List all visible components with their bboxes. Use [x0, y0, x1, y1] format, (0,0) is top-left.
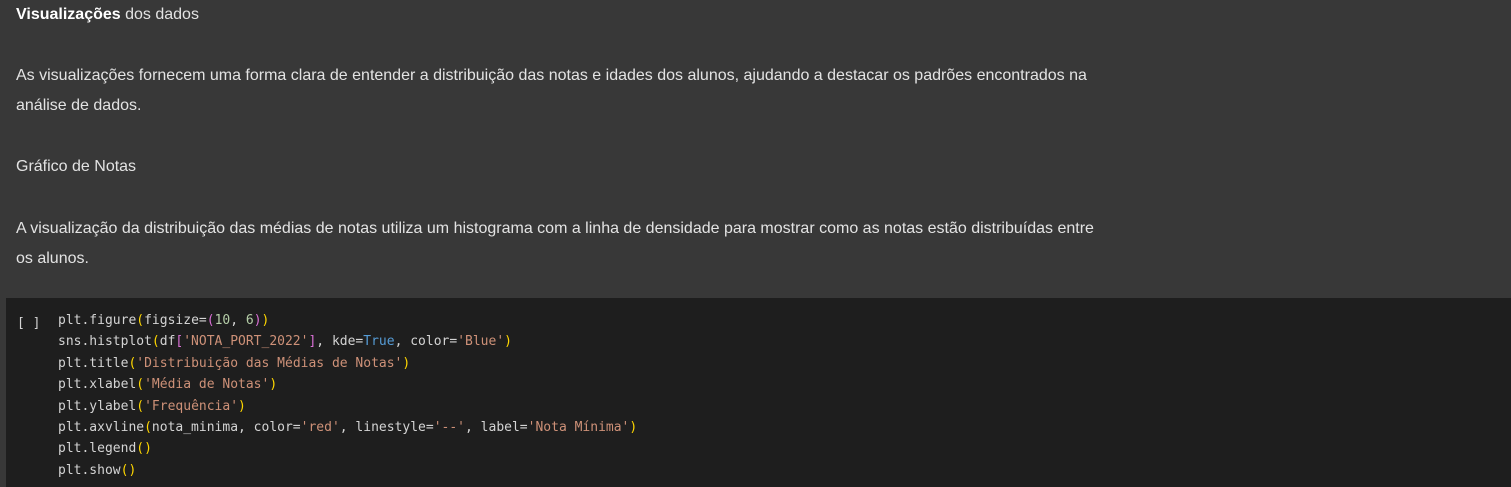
code-line: plt.figure(figsize=(10, 6))	[58, 310, 637, 331]
subsection-title: Gráfico de Notas	[16, 158, 137, 175]
code-token: ()	[136, 441, 152, 457]
code-line: plt.title('Distribuição das Médias de No…	[58, 353, 637, 374]
code-token: ,	[230, 313, 246, 328]
code-line: plt.xlabel('Média de Notas')	[58, 374, 637, 395]
section-heading: Visualizações dos dados	[16, 4, 199, 26]
code-token: (	[136, 398, 145, 414]
code-token: 'Frequência'	[144, 398, 239, 414]
code-token: plt.title	[58, 355, 129, 371]
code-token: 'red'	[300, 419, 340, 435]
code-line: plt.axvline(nota_minima, color='red', li…	[58, 417, 637, 438]
run-cell-button[interactable]: [ ]	[17, 313, 40, 334]
code-token: (	[136, 377, 145, 393]
code-token: )	[253, 313, 262, 328]
code-line: sns.histplot(df['NOTA_PORT_2022'], kde=T…	[58, 331, 637, 352]
code-token: 'NOTA_PORT_2022'	[183, 334, 309, 350]
code-token: plt.ylabel	[58, 398, 137, 414]
code-token: 'Distribuição das Médias de Notas'	[136, 355, 403, 371]
code-token: plt.axvline	[58, 419, 145, 435]
code-token: 'Média de Notas'	[144, 377, 270, 393]
code-token: )	[402, 355, 411, 371]
code-token: '--'	[433, 419, 466, 435]
code-line: plt.show()	[58, 460, 637, 481]
code-token: 'Nota Mínima'	[527, 419, 630, 435]
code-token: )	[261, 313, 270, 328]
code-token: 10	[214, 313, 231, 328]
code-token: plt.show	[58, 462, 121, 478]
code-token: , linestyle=	[339, 419, 434, 435]
intro-paragraph: As visualizações fornecem uma forma clar…	[16, 67, 1087, 114]
code-token: (	[206, 313, 215, 328]
code-token: True	[363, 334, 395, 350]
code-token: plt.figure	[58, 313, 137, 328]
code-token: )	[238, 398, 246, 414]
code-token: plt.legend	[58, 441, 137, 457]
code-line: plt.legend()	[58, 438, 637, 459]
code-token: , label=	[465, 419, 528, 435]
code-token: )	[504, 334, 512, 350]
code-token: (	[144, 419, 152, 435]
section-heading-bold: Visualizações	[16, 6, 121, 23]
code-token: plt.xlabel	[58, 377, 137, 393]
section-heading-rest: dos dados	[120, 6, 199, 23]
code-token: 'Blue'	[457, 334, 505, 350]
code-token: figsize=	[144, 313, 207, 328]
code-token: sns.histplot	[58, 334, 152, 350]
markdown-cell[interactable]: Visualizações dos dados As visualizações…	[0, 0, 1511, 297]
code-token: ()	[120, 462, 137, 478]
code-token: (	[136, 313, 145, 328]
code-token: , kde=	[316, 334, 364, 350]
code-token: 6	[245, 313, 254, 328]
description-paragraph: A visualização da distribuição das média…	[16, 220, 1094, 267]
code-token: nota_minima, color=	[151, 419, 301, 435]
code-token: )	[269, 377, 278, 393]
code-token: df	[159, 334, 176, 350]
code-cell[interactable]: [ ] plt.figure(figsize=(10, 6)) sns.histp…	[6, 298, 1511, 487]
code-editor[interactable]: plt.figure(figsize=(10, 6)) sns.histplot(…	[58, 310, 637, 481]
code-token: (	[151, 334, 160, 350]
code-line: plt.ylabel('Frequência')	[58, 396, 637, 417]
code-token: )	[629, 419, 638, 435]
code-token: , color=	[394, 334, 458, 350]
